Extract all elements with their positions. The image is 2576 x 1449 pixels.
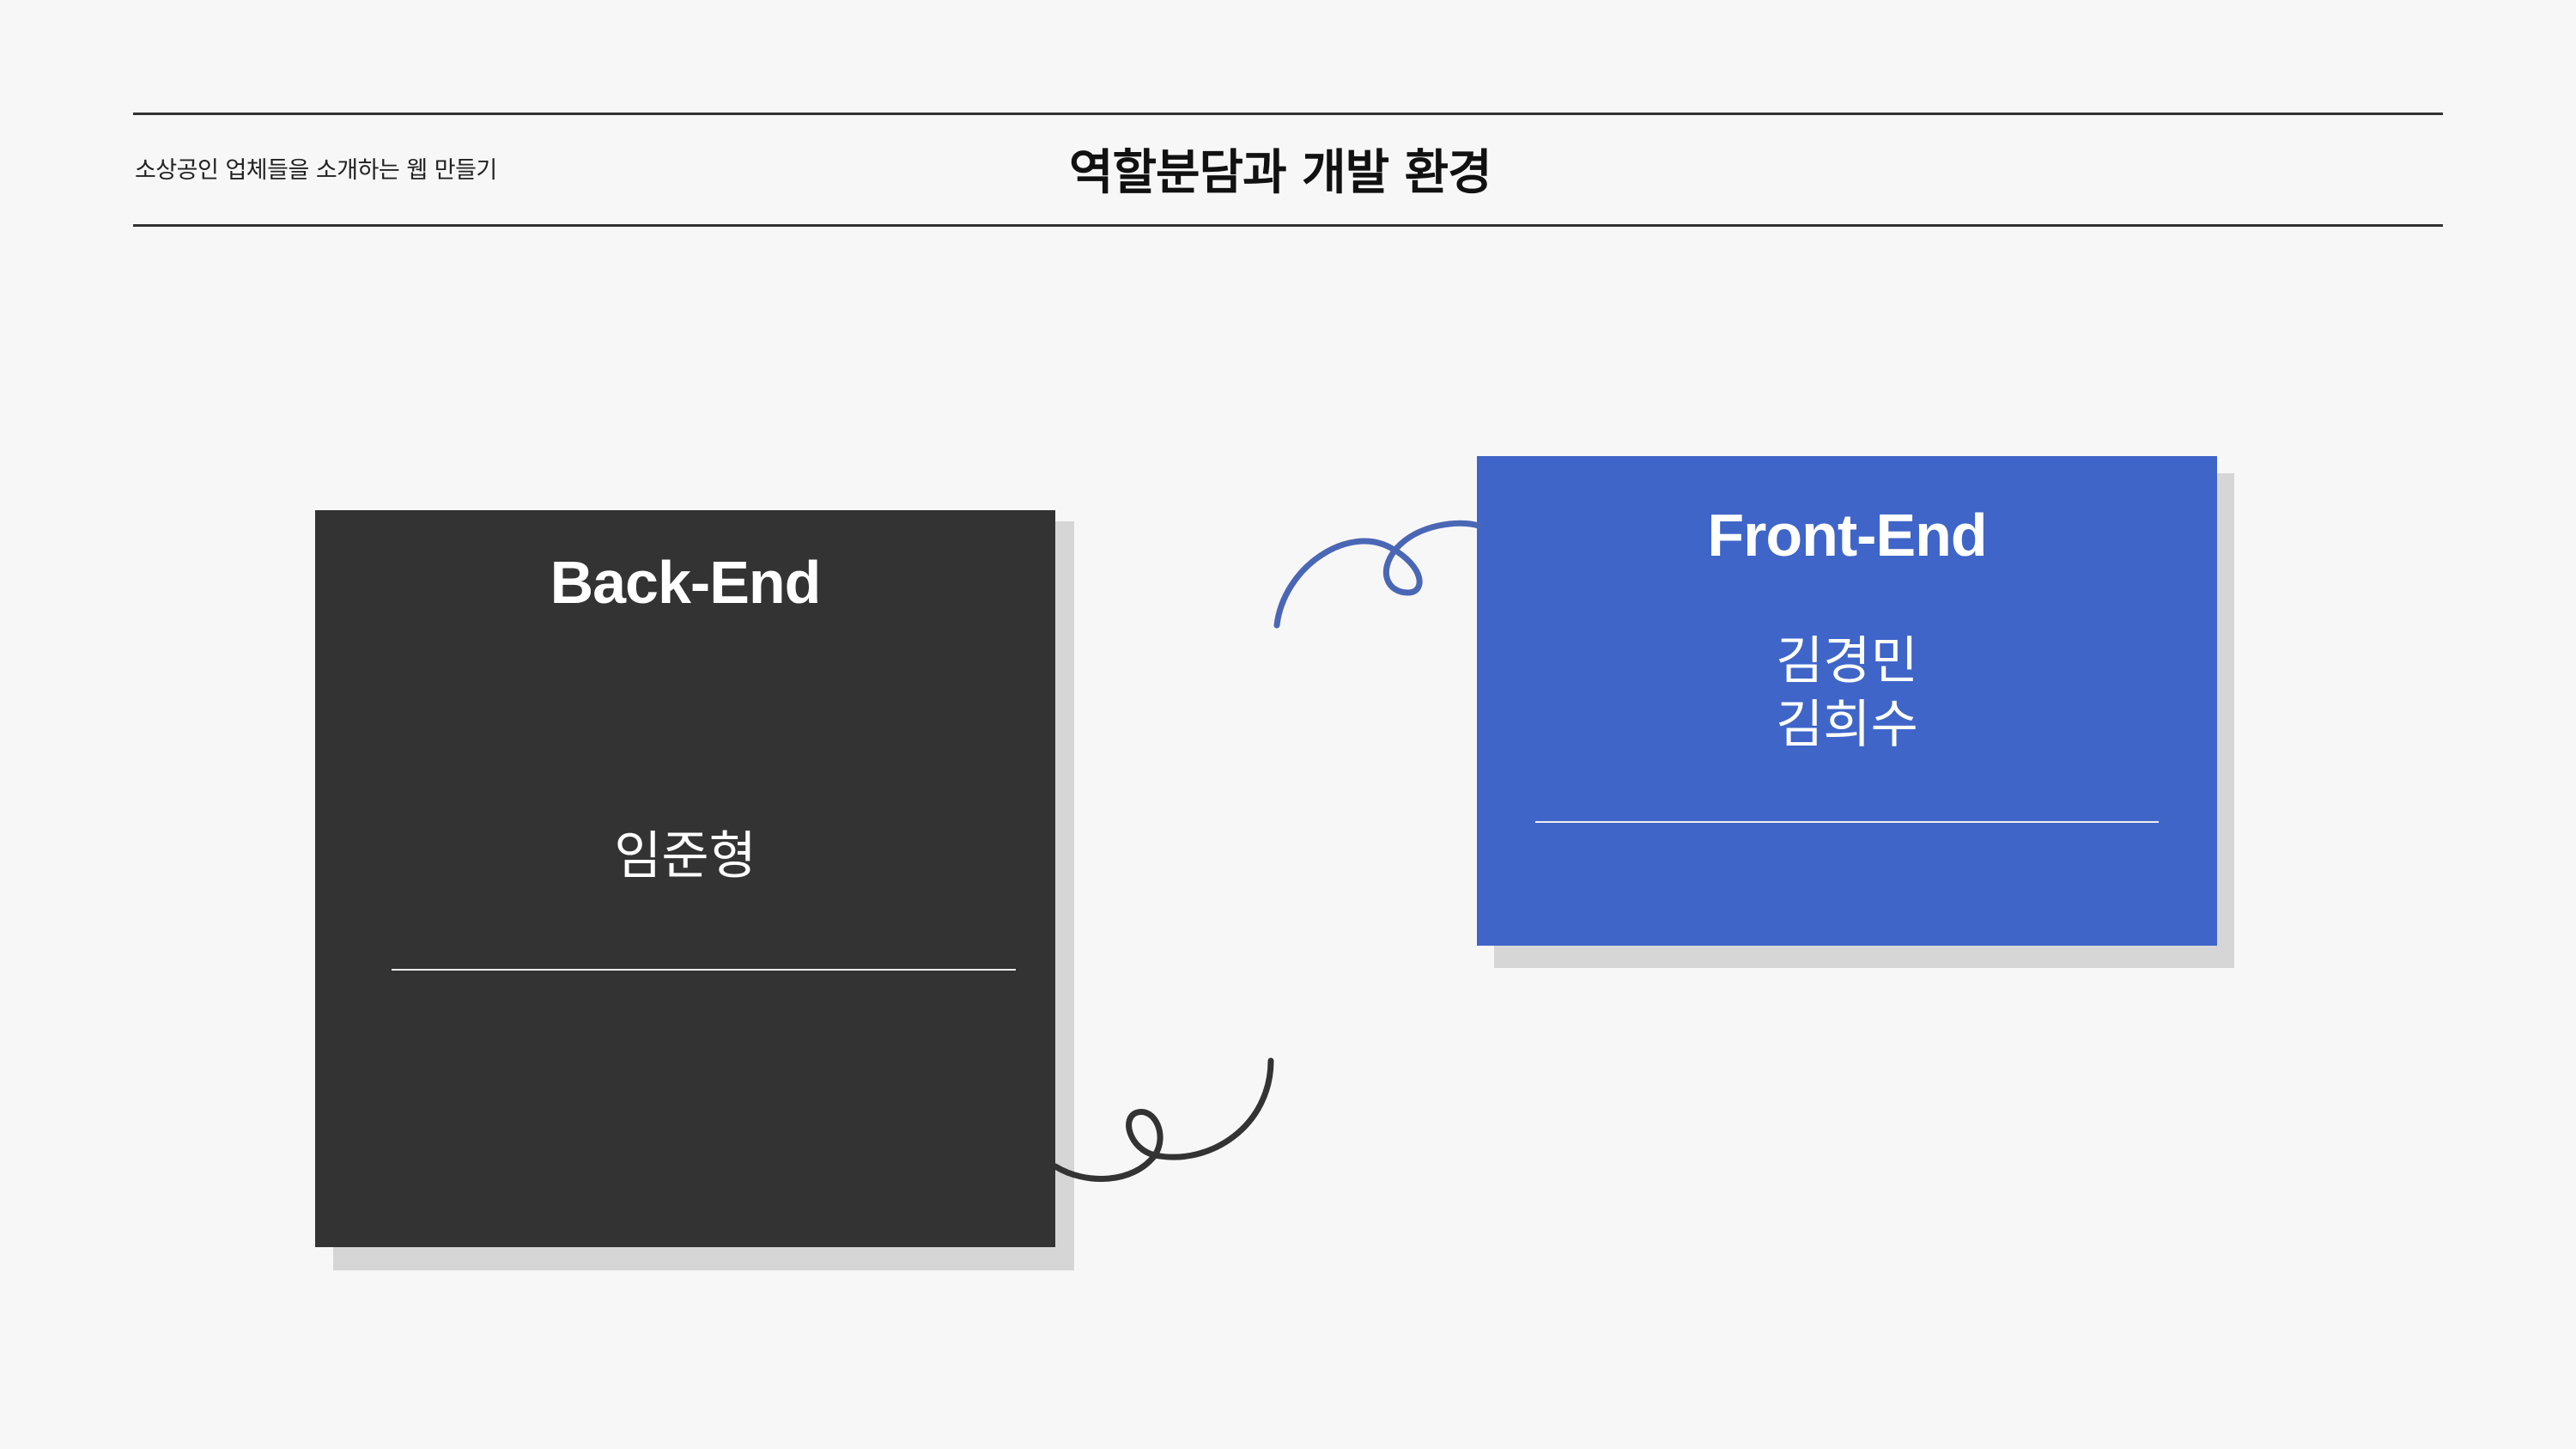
decorative-squiggles (1052, 520, 1482, 1182)
blue-squiggle-icon (1273, 520, 1482, 629)
dark-squiggle-icon (1052, 1057, 1274, 1182)
slide: 소상공인 업체들을 소개하는 웹 만들기 역할분담과 개발 환경 Back-En… (0, 0, 2576, 1449)
